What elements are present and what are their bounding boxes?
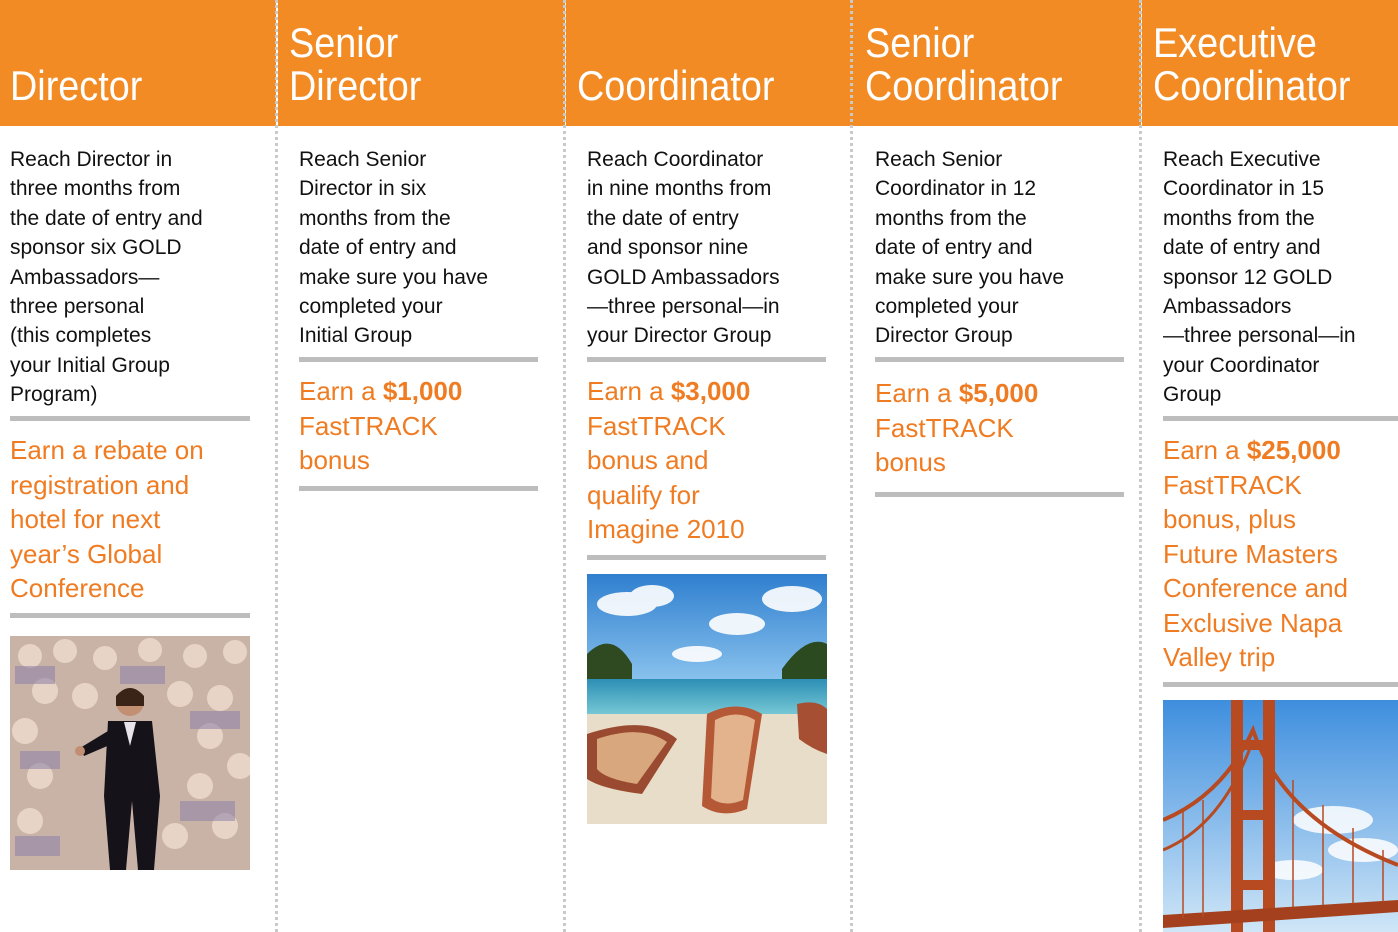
column-reward: Earn a $1,000 FastTRACK bonus [299,376,463,475]
column-header: Senior Director [278,0,565,126]
column-divider [275,0,278,932]
column-description: Reach Coordinator in nine months from th… [587,148,780,348]
column-divider [563,0,566,932]
column-director: Director Reach Director in three months … [0,0,276,932]
column-description: Reach Senior Director in six months from… [299,148,489,348]
beach-photo [587,574,827,824]
column-divider [1139,0,1142,932]
divider-rule [10,613,250,618]
column-title: Senior Director [289,19,422,109]
speaker-photo [10,636,250,870]
column-header: Executive Coordinator [1142,0,1398,126]
column-divider [850,0,853,932]
column-executive-coordinator: Executive Coordinator Reach Executive Co… [1142,0,1398,932]
column-header: Director [0,0,276,126]
column-coordinator: Coordinator Reach Coordinator in nine mo… [566,0,853,932]
bridge-photo [1163,700,1398,932]
divider-rule [10,416,250,421]
column-header: Coordinator [566,0,853,126]
column-senior-coordinator: Senior Coordinator Reach Senior Coordina… [853,0,1141,932]
column-reward: Earn a rebate on registration and hotel … [10,435,204,603]
divider-rule [587,357,826,362]
column-header: Senior Coordinator [853,0,1141,126]
column-description: Reach Director in three months from the … [10,148,203,407]
column-reward: Earn a $25,000 FastTRACK bonus, plus Fut… [1163,435,1349,672]
column-title: Executive Coordinator [1153,19,1351,109]
column-senior-director: Senior Director Reach Senior Director in… [278,0,565,932]
column-reward: Earn a $3,000 FastTRACK bonus and qualif… [587,376,751,544]
divider-rule [875,357,1124,362]
column-title: Coordinator [577,62,775,109]
column-description: Reach Senior Coordinator in 12 months fr… [875,148,1065,348]
divider-rule [1163,416,1398,421]
column-title: Senior Coordinator [865,19,1063,109]
divider-rule [299,486,538,491]
column-reward: Earn a $5,000 FastTRACK bonus [875,378,1039,477]
divider-rule [299,357,538,362]
divider-rule [875,492,1124,497]
column-description: Reach Executive Coordinator in 15 months… [1163,148,1356,407]
column-title: Director [10,62,143,109]
divider-rule [1163,682,1398,687]
divider-rule [587,555,826,560]
